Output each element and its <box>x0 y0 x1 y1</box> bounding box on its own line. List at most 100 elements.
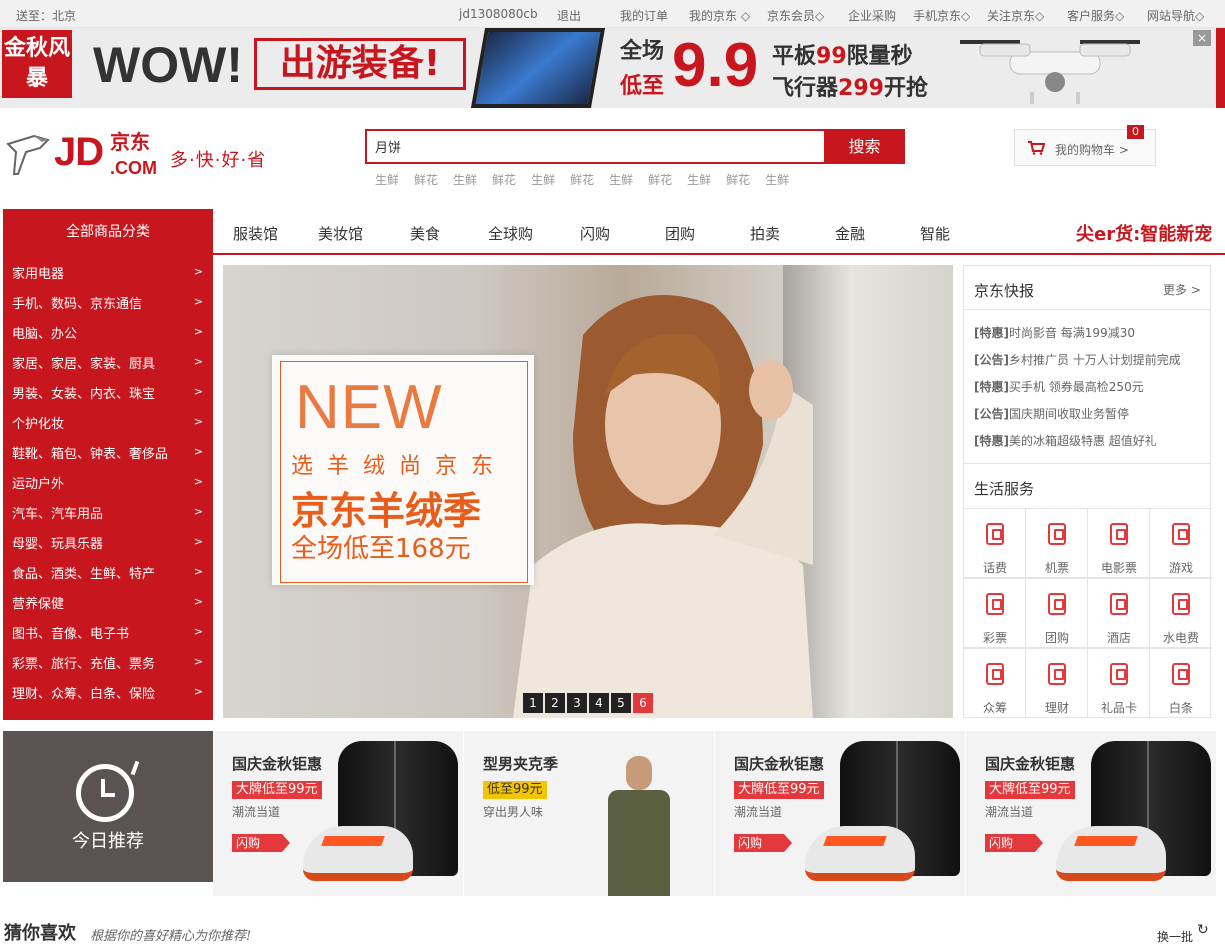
nav-item[interactable]: 美妆馆 <box>318 223 363 244</box>
location-selector[interactable]: 送至：北京 <box>16 7 76 24</box>
service-item[interactable]: 游戏 <box>1150 508 1212 578</box>
cart-label: 我的购物车 > <box>1055 143 1129 157</box>
all-categories-button[interactable]: 全部商品分类 <box>3 209 213 255</box>
category-item[interactable]: 营养保健 > <box>3 590 213 620</box>
top-link[interactable]: 我的京东 ◇ <box>689 7 767 24</box>
category-label: 男装、女装、内衣、珠宝 <box>12 387 156 402</box>
top-link[interactable]: 网站导航◇ <box>1147 7 1204 24</box>
card-title: 京东羊绒季 <box>291 489 482 533</box>
recommend-card[interactable]: 型男夹克季 低至99元 穿出男人味 <box>464 731 714 896</box>
drone-image <box>960 40 1140 104</box>
hot-keyword[interactable]: 生鲜 <box>609 171 633 188</box>
service-item[interactable]: 电影票 <box>1088 508 1150 578</box>
news-item[interactable]: [公告]乡村推广员 十万人计划提前完成 <box>974 351 1181 378</box>
category-item[interactable]: 汽车、汽车用品 > <box>3 500 213 530</box>
carousel-dot[interactable]: 6 <box>633 693 653 713</box>
service-item[interactable]: 机票 <box>1026 508 1088 578</box>
buy-button[interactable]: 闪购 <box>734 834 792 852</box>
hot-keywords: 生鲜 鲜花 生鲜 鲜花 生鲜 鲜花 生鲜 鲜花 生鲜 鲜花 生鲜 <box>375 171 804 188</box>
nav-item[interactable]: 美食 <box>410 223 440 244</box>
nav-item[interactable]: 服装馆 <box>233 223 278 244</box>
carousel-dot[interactable]: 2 <box>545 693 565 713</box>
buy-button[interactable]: 闪购 <box>985 834 1043 852</box>
top-link[interactable]: 关注京东◇ <box>987 7 1067 24</box>
hot-keyword[interactable]: 生鲜 <box>765 171 789 188</box>
category-item[interactable]: 电脑、办公 > <box>3 320 213 350</box>
recommend-card[interactable]: 国庆金秋钜惠 大牌低至99元 潮流当道 闪购 <box>715 731 965 896</box>
service-item[interactable]: 众筹 <box>964 648 1026 718</box>
service-item[interactable]: 团购 <box>1026 578 1088 648</box>
card-new-text: NEW <box>295 373 443 442</box>
category-item[interactable]: 鞋靴、箱包、钟表、奢侈品 > <box>3 440 213 470</box>
carousel-dot[interactable]: 3 <box>567 693 587 713</box>
chevron-right-icon: > <box>193 685 203 698</box>
promo-banner[interactable]: 金秋风暴 WOW! 出游装备! 全场 低至 9.9 平板99限量秒 飞行器299… <box>0 28 1216 108</box>
news-item[interactable]: [特惠]买手机 领券最高检250元 <box>974 378 1181 405</box>
category-item[interactable]: 个护化妆 > <box>3 410 213 440</box>
category-item[interactable]: 彩票、旅行、充值、票务 > <box>3 650 213 680</box>
nav-slogan[interactable]: 尖er货:智能新宠 <box>1076 220 1212 246</box>
hot-keyword[interactable]: 生鲜 <box>453 171 477 188</box>
category-item[interactable]: 母婴、玩具乐器 > <box>3 530 213 560</box>
nav-item[interactable]: 团购 <box>665 223 695 244</box>
hot-keyword[interactable]: 鲜花 <box>570 171 594 188</box>
top-link[interactable]: 京东会员◇ <box>767 7 848 24</box>
main-carousel[interactable]: NEW 选羊绒尚京东 京东羊绒季 全场低至168元 123456 <box>223 265 953 718</box>
today-recommend[interactable]: 今日推荐 <box>3 731 213 882</box>
hot-keyword[interactable]: 鲜花 <box>648 171 672 188</box>
service-item[interactable]: 彩票 <box>964 578 1026 648</box>
service-item[interactable]: 礼品卡 <box>1088 648 1150 718</box>
category-item[interactable]: 手机、数码、京东通信 > <box>3 290 213 320</box>
service-item[interactable]: 水电费 <box>1150 578 1212 648</box>
service-item[interactable]: 酒店 <box>1088 578 1150 648</box>
nav-item[interactable]: 拍卖 <box>750 223 780 244</box>
top-link[interactable]: 我的订单 <box>620 7 689 24</box>
buy-button[interactable]: 闪购 <box>232 834 290 852</box>
recommend-card[interactable]: 国庆金秋钜惠 大牌低至99元 潮流当道 闪购 <box>966 731 1216 896</box>
category-item[interactable]: 食品、酒类、生鲜、特产 > <box>3 560 213 590</box>
carousel-dot[interactable]: 1 <box>523 693 543 713</box>
top-link[interactable]: 手机京东◇ <box>913 7 987 24</box>
category-item[interactable]: 图书、音像、电子书 > <box>3 620 213 650</box>
logout-link[interactable]: 退出 <box>557 7 581 24</box>
recommend-card[interactable]: 国庆金秋钜惠 大牌低至99元 潮流当道 闪购 <box>213 731 463 896</box>
category-item[interactable]: 家居、家居、家装、厨具 > <box>3 350 213 380</box>
news-item[interactable]: [公告]国庆期间收取业务暂停 <box>974 405 1181 432</box>
promo-quanchang: 全场 <box>620 39 665 64</box>
category-item[interactable]: 运动户外 > <box>3 470 213 500</box>
news-more-link[interactable]: 更多 > <box>1163 281 1201 298</box>
service-item[interactable]: 理财 <box>1026 648 1088 718</box>
news-item[interactable]: [特惠]时尚影音 每满199减30 <box>974 324 1181 351</box>
top-link[interactable]: 客户服务◇ <box>1067 7 1147 24</box>
username-link[interactable]: jd1308080cb <box>459 7 538 21</box>
cart-button[interactable]: 我的购物车 > 0 <box>1014 125 1156 166</box>
carousel-dot[interactable]: 5 <box>611 693 631 713</box>
carousel-dot[interactable]: 4 <box>589 693 609 713</box>
category-item[interactable]: 家用电器 > <box>3 260 213 290</box>
nav-item[interactable]: 金融 <box>835 223 865 244</box>
jd-logo[interactable]: JD 京东 .COM 多·快·好·省 <box>4 130 274 186</box>
hot-keyword[interactable]: 鲜花 <box>492 171 516 188</box>
service-item[interactable]: 白条 <box>1150 648 1212 718</box>
nav-item[interactable]: 闪购 <box>580 223 610 244</box>
news-text: 美的冰箱超级特惠 超值好礼 <box>1008 434 1157 448</box>
hot-keyword[interactable]: 鲜花 <box>414 171 438 188</box>
recommend-title: 国庆金秋钜惠 <box>985 755 1076 773</box>
service-label: 话费 <box>982 561 1007 575</box>
hot-keyword[interactable]: 生鲜 <box>375 171 399 188</box>
search-button[interactable]: 搜索 <box>824 129 905 164</box>
refresh-label: 换一批 <box>1157 930 1194 944</box>
category-item[interactable]: 理财、众筹、白条、保险 > <box>3 680 213 710</box>
hot-keyword[interactable]: 生鲜 <box>687 171 711 188</box>
category-item[interactable]: 男装、女装、内衣、珠宝 > <box>3 380 213 410</box>
service-item[interactable]: 话费 <box>964 508 1026 578</box>
nav-item[interactable]: 智能 <box>920 223 950 244</box>
search-input[interactable] <box>367 131 825 162</box>
top-link[interactable]: 企业采购 <box>848 7 913 24</box>
promo-close-button[interactable]: × <box>1193 30 1211 46</box>
news-item[interactable]: [特惠]美的冰箱超级特惠 超值好礼 <box>974 432 1181 459</box>
nav-item[interactable]: 全球购 <box>488 223 533 244</box>
hot-keyword[interactable]: 生鲜 <box>531 171 555 188</box>
refresh-button[interactable]: 换一批 ↻ <box>1157 922 1209 945</box>
hot-keyword[interactable]: 鲜花 <box>726 171 750 188</box>
